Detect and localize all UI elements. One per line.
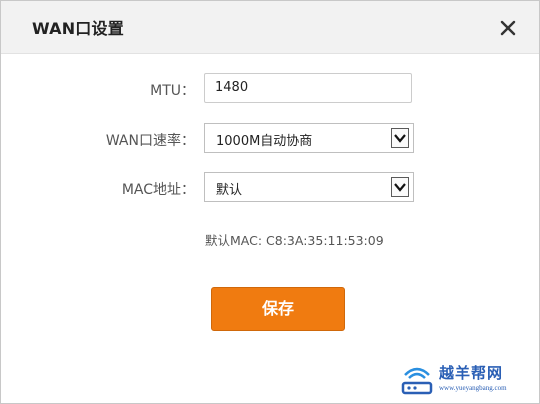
watermark-text: 越羊帮网	[439, 364, 504, 382]
save-button[interactable]: 保存	[211, 287, 345, 331]
dialog-title: WAN口设置	[32, 19, 124, 38]
close-icon	[500, 20, 516, 36]
close-button[interactable]	[499, 19, 517, 37]
chevron-down-icon	[394, 134, 406, 143]
dialog-header: WAN口设置	[1, 1, 539, 54]
mac-address-select[interactable]: 默认	[204, 172, 414, 202]
wan-settings-dialog: WAN口设置 MTU： 1480 WAN口速率： 1000M自动协商 MAC地址…	[0, 0, 540, 404]
wan-speed-dropdown-button[interactable]	[391, 128, 409, 148]
router-logo-icon	[401, 367, 433, 395]
mac-address-value: 默认	[216, 183, 243, 198]
default-mac-info: 默认MAC: C8:3A:35:11:53:09	[205, 233, 384, 248]
mac-label: MAC地址：	[121, 182, 195, 198]
watermark-url: www.yueyangbang.com	[439, 384, 507, 392]
wan-speed-label: WAN口速率：	[105, 133, 195, 149]
mtu-input[interactable]: 1480	[204, 73, 412, 103]
watermark: 越羊帮网 www.yueyangbang.com	[397, 359, 535, 401]
mac-dropdown-button[interactable]	[391, 177, 409, 197]
wan-speed-select[interactable]: 1000M自动协商	[204, 123, 414, 153]
wan-speed-value: 1000M自动协商	[216, 134, 313, 149]
mtu-label: MTU：	[150, 83, 195, 99]
chevron-down-icon	[394, 183, 406, 192]
